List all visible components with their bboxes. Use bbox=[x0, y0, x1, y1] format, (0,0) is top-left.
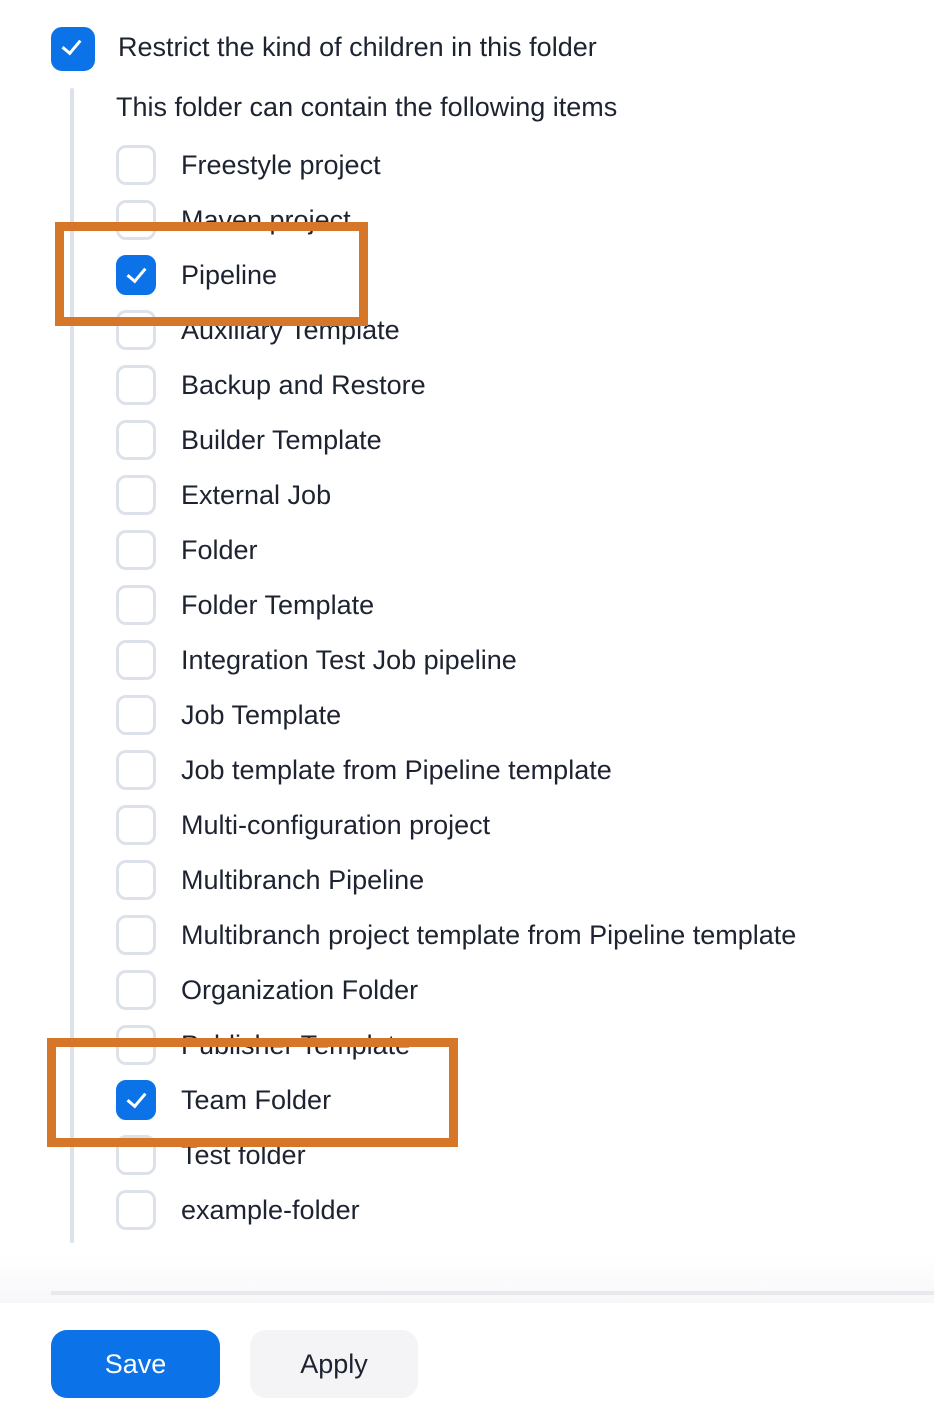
item-label[interactable]: Freestyle project bbox=[181, 149, 381, 181]
item-label[interactable]: Backup and Restore bbox=[181, 369, 426, 401]
item-checkbox[interactable] bbox=[116, 585, 156, 625]
item-label[interactable]: External Job bbox=[181, 479, 331, 511]
save-button[interactable]: Save bbox=[51, 1330, 220, 1398]
footer-shadow bbox=[0, 1255, 934, 1303]
item-label[interactable]: Multi-configuration project bbox=[181, 809, 490, 841]
item-checkbox[interactable] bbox=[116, 640, 156, 680]
item-checkbox[interactable] bbox=[116, 145, 156, 185]
item-checkbox[interactable] bbox=[116, 365, 156, 405]
item-label[interactable]: Job template from Pipeline template bbox=[181, 754, 612, 786]
item-checkbox[interactable] bbox=[116, 860, 156, 900]
restrict-children-label[interactable]: Restrict the kind of children in this fo… bbox=[118, 31, 597, 63]
item-label[interactable]: example-folder bbox=[181, 1194, 360, 1226]
item-label[interactable]: Multibranch Pipeline bbox=[181, 864, 424, 896]
item-label[interactable]: Folder bbox=[181, 534, 258, 566]
item-checkbox[interactable] bbox=[116, 420, 156, 460]
item-checkbox[interactable] bbox=[116, 970, 156, 1010]
allowed-items-heading: This folder can contain the following it… bbox=[116, 92, 618, 122]
item-checkbox[interactable] bbox=[116, 1190, 156, 1230]
item-checkbox[interactable] bbox=[116, 530, 156, 570]
item-label[interactable]: Integration Test Job pipeline bbox=[181, 644, 517, 676]
item-label[interactable]: Organization Folder bbox=[181, 974, 418, 1006]
apply-button[interactable]: Apply bbox=[250, 1330, 418, 1398]
item-checkbox[interactable] bbox=[116, 475, 156, 515]
item-label[interactable]: Folder Template bbox=[181, 589, 374, 621]
item-label[interactable]: Multibranch project template from Pipeli… bbox=[181, 919, 796, 951]
highlight-box-team-folder bbox=[47, 1038, 458, 1147]
footer-divider bbox=[51, 1291, 934, 1295]
restrict-children-checkbox[interactable] bbox=[51, 27, 95, 71]
item-label[interactable]: Builder Template bbox=[181, 424, 382, 456]
item-checkbox[interactable] bbox=[116, 750, 156, 790]
item-label[interactable]: Job Template bbox=[181, 699, 341, 731]
item-checkbox[interactable] bbox=[116, 915, 156, 955]
highlight-box-pipeline bbox=[55, 222, 368, 326]
item-checkbox[interactable] bbox=[116, 695, 156, 735]
item-checkbox[interactable] bbox=[116, 805, 156, 845]
